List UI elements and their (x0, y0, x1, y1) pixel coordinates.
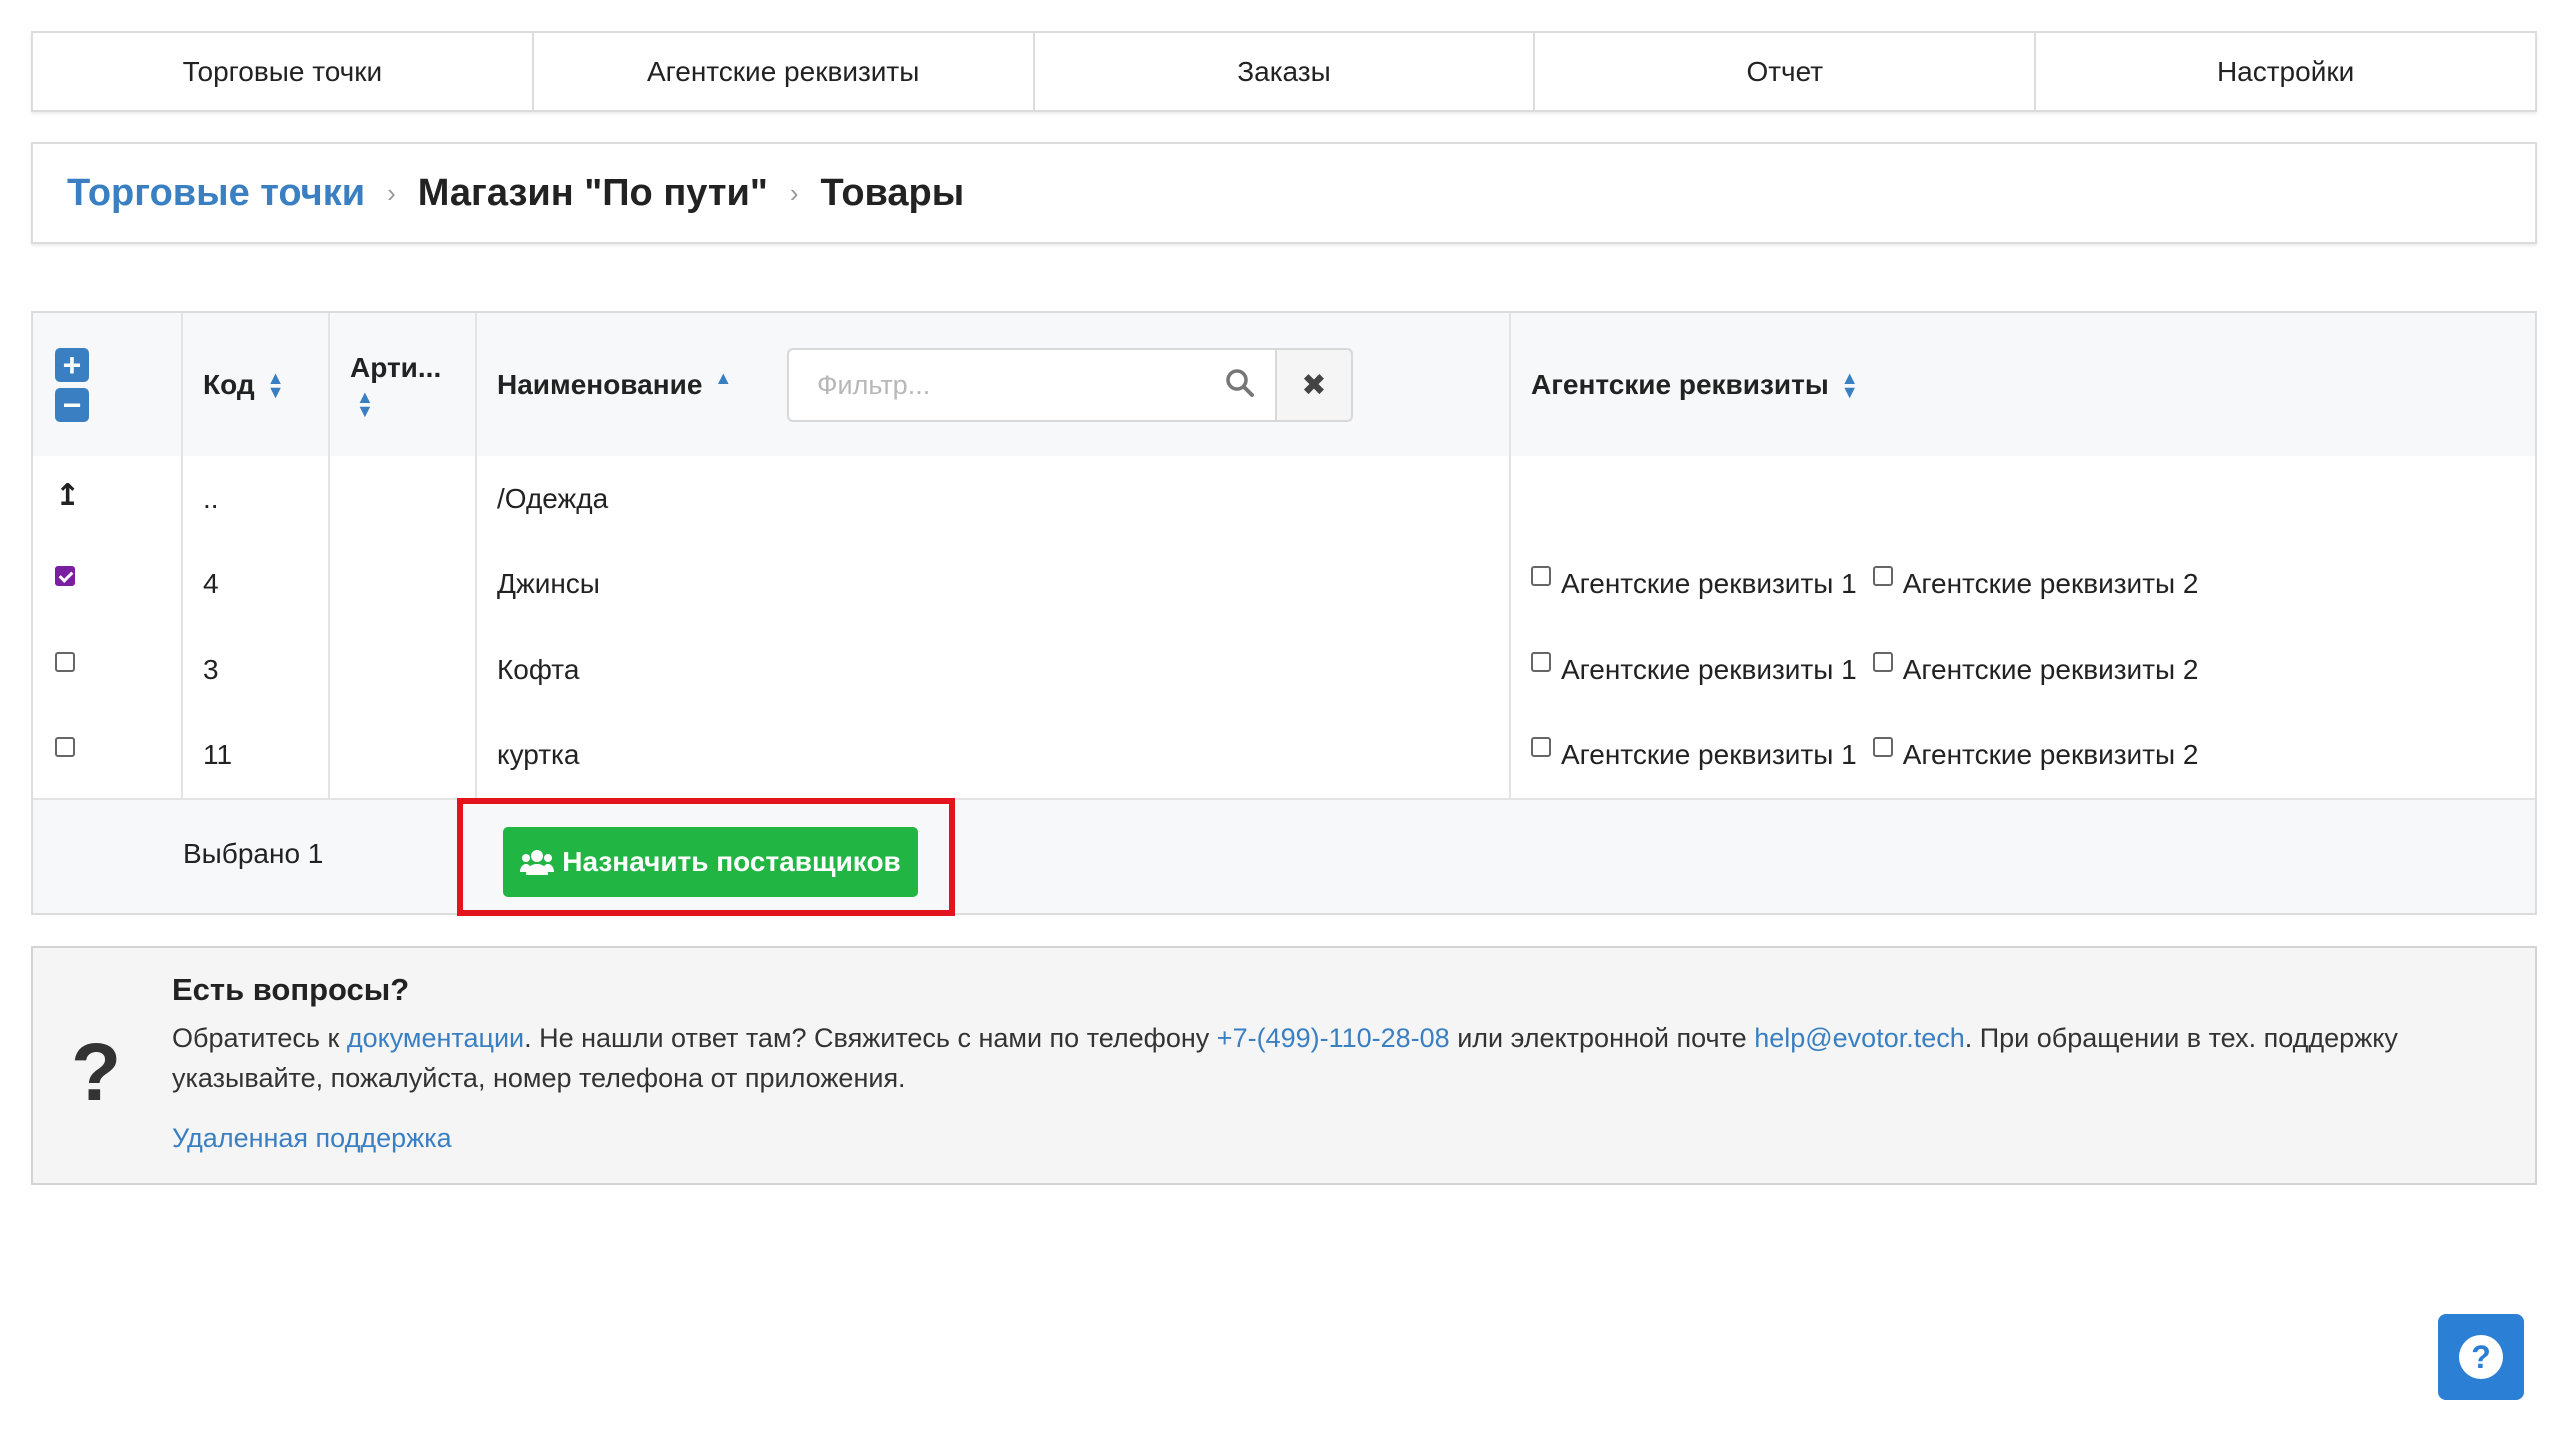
cell-code: 4 (203, 568, 219, 599)
help-text-part: . Не нашли ответ там? Свяжитесь с нами п… (524, 1023, 1217, 1053)
sort-both-icon: ▲ ▼ (266, 367, 285, 402)
sort-both-icon: ▲ ▼ (356, 386, 374, 421)
column-header-agent-label: Агентские реквизиты (1531, 368, 1829, 400)
cell-name: /Одежда (497, 482, 609, 514)
agent-option-2: Агентские реквизиты 2 (1872, 737, 2199, 771)
agent-1-label: Агентские реквизиты 1 (1561, 653, 1857, 685)
agent-option-2: Агентские реквизиты 2 (1872, 566, 2199, 600)
clear-filter-button[interactable]: ✖ (1275, 348, 1353, 422)
row-select-checkbox[interactable] (55, 651, 75, 672)
cell-agent (1509, 456, 2535, 541)
breadcrumb-separator: › (387, 177, 396, 208)
help-title: Есть вопросы? (172, 972, 410, 1007)
cell-article (328, 712, 475, 798)
column-header-agent[interactable]: Агентские реквизиты ▲ ▼ (1509, 313, 2535, 456)
floating-help-button[interactable]: ? (2438, 1314, 2524, 1400)
remote-support-link[interactable]: Удаленная поддержка (172, 1123, 452, 1154)
agent-option-1: Агентские реквизиты 1 (1531, 651, 1857, 686)
users-icon (520, 850, 555, 875)
sort-both-icon: ▲ ▼ (1840, 367, 1859, 402)
help-text-part: Обратитесь к (172, 1023, 347, 1053)
expand-collapse-cell: + − (33, 313, 181, 456)
documentation-link[interactable]: документации (347, 1023, 524, 1053)
name-filter-input-wrap (787, 348, 1277, 422)
agent-2-checkbox[interactable] (1872, 737, 1893, 757)
cell-article (328, 627, 475, 712)
nav-tab-settings[interactable]: Настройки (2036, 33, 2535, 110)
nav-tab-stores[interactable]: Торговые точки (33, 33, 534, 110)
breadcrumb-current: Товары (820, 171, 965, 214)
name-filter-input[interactable] (815, 368, 1199, 402)
help-box: ? Есть вопросы? Обратитесь к документаци… (31, 946, 2537, 1185)
column-header-code[interactable]: Код ▲ ▼ (181, 313, 328, 456)
agent-2-label: Агентские реквизиты 2 (1902, 739, 2199, 770)
cell-name: куртка (497, 739, 580, 770)
nav-tab-orders[interactable]: Заказы (1035, 33, 1536, 110)
table-header: + − Код ▲ ▼ Арти... ▲ ▼ Наименование ▲ Аге… (33, 313, 2535, 458)
agent-2-checkbox[interactable] (1872, 566, 1893, 586)
column-divider (1509, 313, 1511, 798)
breadcrumb-store: Магазин "По пути" (417, 171, 768, 214)
help-circle-icon: ? (2459, 1335, 2503, 1379)
email-link[interactable]: help@evotor.tech (1754, 1023, 1965, 1053)
column-divider (328, 313, 330, 798)
agent-1-label: Агентские реквизиты 1 (1561, 568, 1857, 599)
table-row-parent-folder[interactable]: ↥ .. /Одежда (33, 456, 2535, 543)
search-icon[interactable] (1225, 368, 1255, 398)
column-header-article-label: Арти... (350, 351, 442, 383)
breadcrumb-separator: › (789, 177, 799, 208)
agent-1-checkbox[interactable] (1531, 651, 1551, 672)
agent-2-checkbox[interactable] (1872, 651, 1893, 672)
column-divider (475, 313, 477, 798)
cell-code: .. (203, 482, 219, 514)
agent-1-checkbox[interactable] (1531, 737, 1551, 757)
cell-name: Джинсы (497, 568, 600, 599)
agent-option-1: Агентские реквизиты 1 (1531, 737, 1857, 771)
cell-code: 11 (203, 739, 233, 770)
products-table: + − Код ▲ ▼ Арти... ▲ ▼ Наименование ▲ Аге… (31, 311, 2537, 916)
agent-1-label: Агентские реквизиты 1 (1561, 739, 1857, 770)
agent-1-checkbox[interactable] (1531, 566, 1551, 586)
highlight-box: Назначить поставщиков (457, 798, 955, 916)
table-row: 4 Джинсы Агентские реквизиты 1 Агентские… (33, 541, 2535, 629)
top-nav: Торговые точки Агентские реквизиты Заказ… (31, 31, 2537, 112)
agent-option-1: Агентские реквизиты 1 (1531, 566, 1857, 600)
nav-tab-agent-details[interactable]: Агентские реквизиты (534, 33, 1035, 110)
column-header-code-label: Код (203, 368, 255, 400)
agent-2-label: Агентские реквизиты 2 (1902, 568, 2199, 599)
agent-option-2: Агентские реквизиты 2 (1872, 651, 2199, 686)
collapse-all-icon[interactable]: − (55, 387, 89, 422)
nav-tab-report[interactable]: Отчет (1535, 33, 2037, 110)
table-row: 3 Кофта Агентские реквизиты 1 Агентские … (33, 627, 2535, 714)
phone-link[interactable]: +7-(499)-110-28-08 (1217, 1023, 1450, 1053)
cell-code: 3 (203, 653, 219, 685)
level-up-icon[interactable]: ↥ (55, 478, 80, 513)
help-text: Обратитесь к документации. Не нашли отве… (172, 1018, 2472, 1098)
selected-count: Выбрано 1 (183, 838, 324, 869)
help-text-part: или электронной почте (1449, 1023, 1755, 1053)
assign-suppliers-button[interactable]: Назначить поставщиков (503, 827, 918, 897)
assign-suppliers-label: Назначить поставщиков (562, 846, 901, 877)
column-divider (181, 313, 183, 798)
expand-all-icon[interactable]: + (55, 347, 89, 382)
table-footer: Выбрано 1 Назначить поставщиков (33, 798, 2535, 916)
table-row: 11 куртка Агентские реквизиты 1 Агентски… (33, 712, 2535, 800)
cell-article (328, 541, 475, 627)
breadcrumb: Торговые точки › Магазин "По пути" › Тов… (31, 142, 2537, 244)
sort-asc-icon: ▲ (714, 367, 733, 388)
cell-name: Кофта (497, 653, 580, 685)
breadcrumb-stores-link[interactable]: Торговые точки (67, 172, 365, 215)
question-icon: ? (71, 1027, 122, 1118)
column-header-article[interactable]: Арти... ▲ ▼ (328, 313, 475, 456)
row-select-checkbox[interactable] (55, 737, 75, 757)
row-select-checkbox[interactable] (55, 566, 75, 586)
agent-2-label: Агентские реквизиты 2 (1902, 653, 2199, 685)
cell-article (328, 456, 475, 541)
column-header-name-label: Наименование (497, 368, 703, 400)
